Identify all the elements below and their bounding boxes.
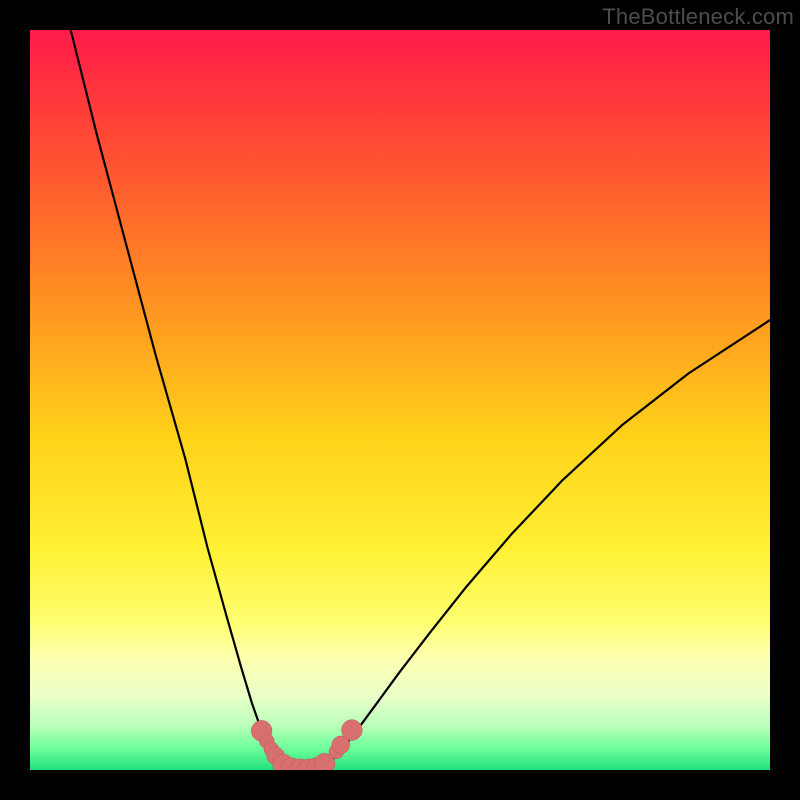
- watermark-text: TheBottleneck.com: [602, 4, 794, 30]
- chart-svg: [30, 30, 770, 770]
- chart-frame: TheBottleneck.com: [0, 0, 800, 800]
- plot-area: [30, 30, 770, 770]
- curve-marker: [342, 720, 363, 741]
- gradient-background: [30, 30, 770, 770]
